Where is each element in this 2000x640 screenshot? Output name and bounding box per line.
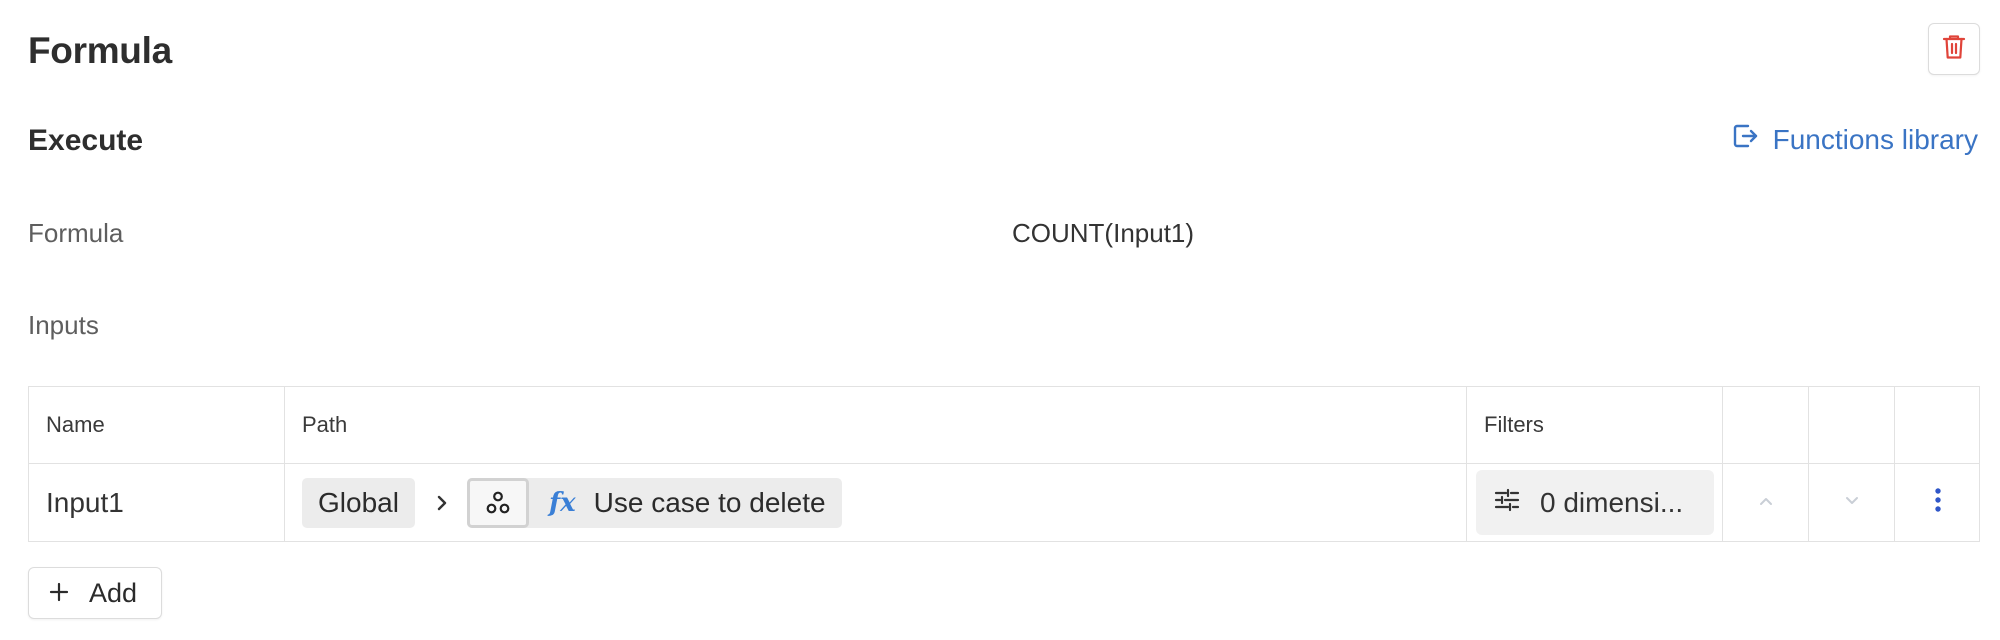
external-open-icon bbox=[1731, 122, 1759, 157]
fx-icon: fx bbox=[548, 487, 576, 518]
column-header-name: Name bbox=[29, 387, 285, 463]
delete-button[interactable] bbox=[1928, 23, 1980, 75]
move-up-button[interactable] bbox=[1723, 464, 1809, 541]
path-item-label: Use case to delete bbox=[593, 486, 826, 518]
inputs-table: Name Path Filters Input1 Global fx Use c… bbox=[28, 386, 1980, 542]
filters-button[interactable]: 0 dimensi... bbox=[1476, 470, 1714, 535]
chevron-right-icon bbox=[435, 493, 449, 513]
add-input-button[interactable]: Add bbox=[28, 567, 162, 619]
input-path-cell: Global fx Use case to delete bbox=[285, 464, 1467, 541]
page-title: Formula bbox=[28, 30, 172, 71]
functions-library-label: Functions library bbox=[1772, 123, 1978, 155]
path-root-chip[interactable]: Global bbox=[302, 477, 415, 528]
column-header-move-down bbox=[1809, 387, 1895, 463]
move-down-button[interactable] bbox=[1809, 464, 1895, 541]
column-header-menu bbox=[1895, 387, 1981, 463]
plus-icon bbox=[49, 578, 69, 609]
column-header-filters: Filters bbox=[1467, 387, 1723, 463]
trash-icon bbox=[1942, 34, 1966, 65]
inputs-label: Inputs bbox=[28, 310, 99, 340]
more-vertical-icon bbox=[1934, 487, 1942, 518]
table-row: Input1 Global fx Use case to delete 0 di… bbox=[29, 464, 1979, 541]
section-title-execute: Execute bbox=[28, 124, 144, 157]
column-header-move-up bbox=[1723, 387, 1809, 463]
column-header-path: Path bbox=[285, 387, 1467, 463]
chevron-up-icon bbox=[1757, 494, 1775, 512]
table-header-row: Name Path Filters bbox=[29, 387, 1979, 464]
chevron-down-icon bbox=[1843, 494, 1861, 512]
functions-library-link[interactable]: Functions library bbox=[1731, 122, 1978, 157]
filters-cell: 0 dimensi... bbox=[1467, 464, 1723, 541]
formula-value[interactable]: COUNT(Input1) bbox=[1012, 218, 1194, 249]
use-case-icon[interactable] bbox=[466, 477, 529, 528]
input-name: Input1 bbox=[46, 486, 124, 518]
input-name-cell[interactable]: Input1 bbox=[29, 464, 285, 541]
filters-label: 0 dimensi... bbox=[1540, 486, 1684, 518]
path-item-chip[interactable]: fx Use case to delete bbox=[466, 477, 842, 528]
formula-label: Formula bbox=[28, 218, 124, 248]
sliders-icon bbox=[1494, 487, 1520, 519]
add-label: Add bbox=[89, 577, 138, 608]
row-menu-button[interactable] bbox=[1895, 464, 1981, 541]
